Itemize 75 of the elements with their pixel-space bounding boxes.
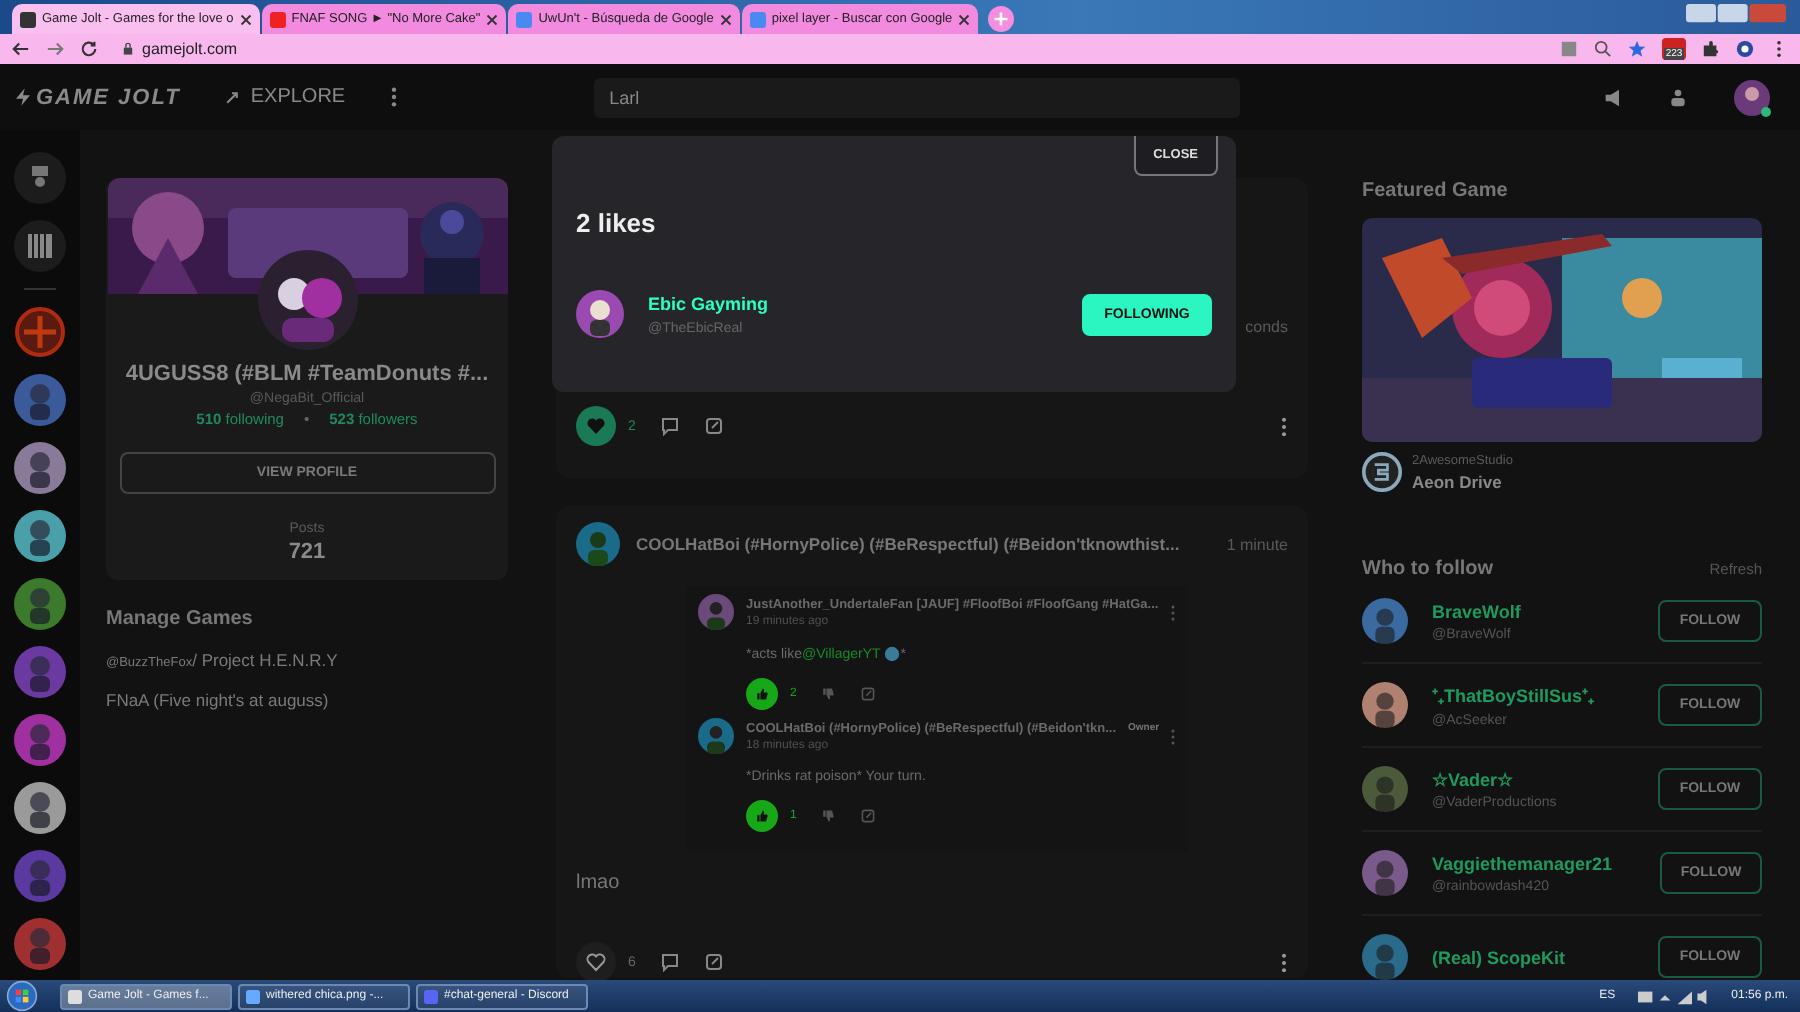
back-icon[interactable]	[12, 40, 30, 58]
post-time: conds	[1245, 318, 1288, 336]
game-title[interactable]: Aeon Drive	[1412, 471, 1513, 491]
user-name[interactable]: Vaggiethemanager21	[1432, 853, 1613, 873]
app-icon	[424, 989, 438, 1003]
app-icon	[246, 989, 260, 1003]
comment-icon[interactable]	[659, 952, 680, 972]
library-icon[interactable]	[14, 220, 66, 272]
like-button[interactable]	[746, 800, 778, 832]
favicon-icon	[516, 11, 533, 27]
close-icon[interactable]	[958, 13, 971, 25]
lock-icon	[122, 42, 134, 56]
favicon-icon	[20, 11, 36, 27]
dialog-title: 2 likes	[576, 208, 656, 238]
favicon-icon	[749, 11, 766, 27]
reply-icon[interactable]	[860, 686, 877, 702]
section-title: Featured Game	[1362, 180, 1510, 202]
start-button[interactable]	[6, 980, 38, 1012]
comment-icon[interactable]	[659, 416, 680, 436]
arrow-icon	[224, 89, 241, 105]
heart-icon	[586, 952, 606, 972]
address-field[interactable]: gamejolt.com	[114, 40, 246, 58]
dislike-icon[interactable]	[820, 686, 837, 702]
like-button[interactable]	[746, 678, 778, 710]
avatar[interactable]	[1362, 682, 1408, 728]
profile-icon[interactable]	[1736, 40, 1754, 58]
explore-link[interactable]: EXPLORE	[224, 86, 346, 108]
reload-icon[interactable]	[80, 40, 98, 58]
profile-name: 4UGUSS8 (#BLM #TeamDonuts #...	[125, 362, 489, 386]
close-icon[interactable]	[239, 13, 252, 25]
reply-icon[interactable]	[860, 808, 877, 824]
share-icon[interactable]	[703, 952, 724, 972]
avatar[interactable]	[576, 290, 624, 338]
post-author[interactable]: COOLHatBoi (#HornyPolice) (#BeRespectful) (#Beidon'tknowthist...	[636, 534, 1180, 554]
user-name[interactable]: ⁺₊ThatBoyStillSus⁺₊	[1432, 682, 1595, 708]
like-button[interactable]	[576, 942, 616, 980]
avatar[interactable]	[1732, 77, 1772, 117]
zoom-icon[interactable]	[1594, 40, 1612, 58]
add-icon[interactable]	[14, 306, 66, 358]
section-title: Manage Games	[106, 608, 255, 630]
like-button[interactable]	[576, 406, 616, 446]
post-text: lmao	[576, 872, 622, 894]
heart-icon	[586, 416, 606, 436]
puzzle-icon[interactable]	[1702, 40, 1720, 58]
more-icon[interactable]	[1280, 951, 1288, 973]
forward-icon[interactable]	[46, 40, 64, 58]
user-name[interactable]: Ebic Gayming	[648, 293, 769, 313]
new-tab-icon[interactable]	[988, 6, 1015, 32]
posts-count: 721	[288, 540, 326, 564]
close-icon[interactable]	[486, 13, 499, 25]
thumbs-up-icon	[754, 686, 770, 702]
more-icon[interactable]	[389, 86, 398, 108]
more-icon[interactable]	[1280, 415, 1288, 437]
user-name[interactable]: (Real) ScopeKit	[1432, 947, 1566, 967]
search-field[interactable]: Larl	[593, 77, 1240, 117]
close-icon[interactable]	[719, 13, 732, 25]
studio-logo[interactable]	[1362, 452, 1402, 492]
app-icon	[68, 989, 82, 1003]
people-icon[interactable]	[1668, 87, 1688, 107]
emoji-icon	[884, 646, 901, 662]
home-icon[interactable]	[14, 152, 66, 204]
user-name[interactable]: ☆Vader☆	[1432, 769, 1557, 789]
share-icon[interactable]	[703, 416, 724, 436]
user-name[interactable]: BraveWolf	[1432, 601, 1521, 621]
window-controls-icon[interactable]	[1684, 4, 1788, 24]
dislike-icon[interactable]	[820, 808, 837, 824]
game-link[interactable]: FNaA (Five night's at auguss)	[106, 690, 508, 710]
favicon-icon	[269, 11, 286, 27]
section-title: Who to follow	[1362, 558, 1494, 580]
thumbs-up-icon	[754, 808, 770, 824]
star-icon[interactable]	[1628, 40, 1646, 58]
megaphone-icon[interactable]	[1604, 87, 1624, 107]
post-time: 1 minute	[1226, 535, 1288, 553]
site-logo[interactable]: GAME JOLT	[16, 85, 181, 109]
tray-icons[interactable]	[1637, 987, 1710, 1005]
